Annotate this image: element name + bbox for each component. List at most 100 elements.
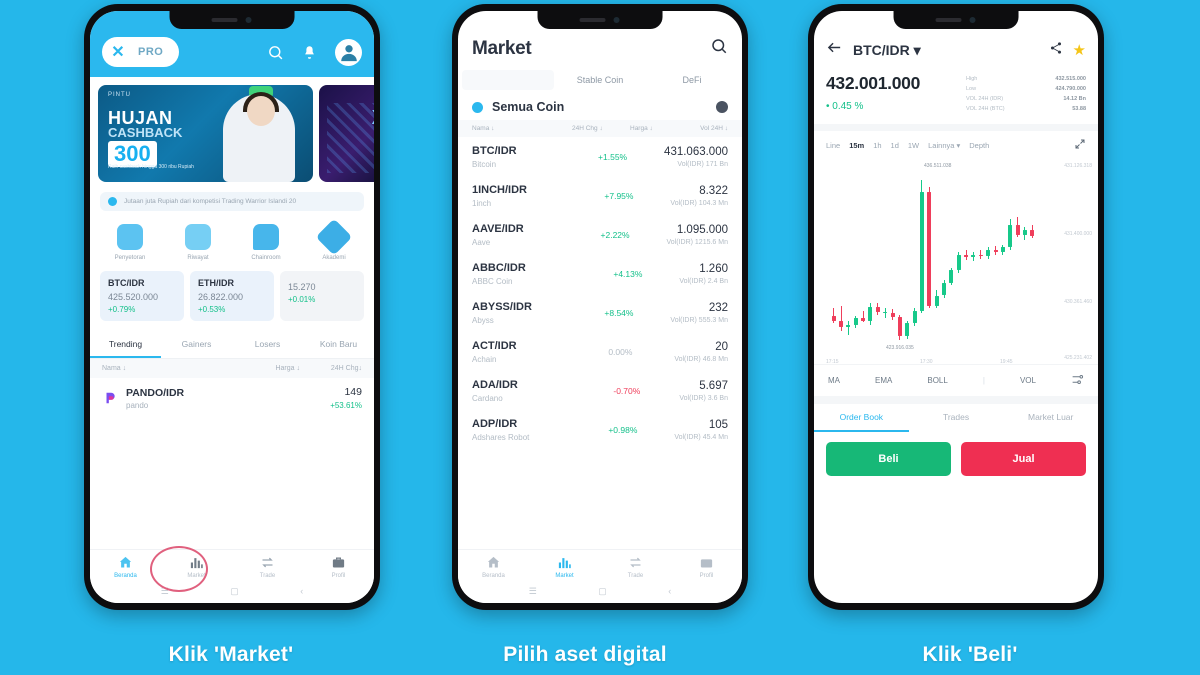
tab-favorit[interactable] bbox=[462, 70, 554, 90]
promo-banner-secondary[interactable]: X bbox=[319, 85, 374, 182]
buy-button[interactable]: Beli bbox=[826, 442, 951, 476]
candle bbox=[1000, 165, 1005, 350]
phone-3-detail: BTC/IDR ▾ ★ 432.001.000 0.45 % High 432.5… bbox=[808, 4, 1104, 610]
indicator-ema[interactable]: EMA bbox=[875, 376, 892, 385]
row-price: 431.063.000 bbox=[664, 146, 728, 158]
promo-carousel[interactable]: PINTU HUJAN CASHBACK 300 Raih cashback h… bbox=[90, 77, 374, 182]
search-icon[interactable] bbox=[710, 37, 728, 60]
y-axis-tick: 430.361.460 bbox=[1064, 299, 1092, 305]
candle bbox=[897, 165, 902, 350]
tab-order-book[interactable]: Order Book bbox=[814, 404, 909, 432]
promo-banner-primary[interactable]: PINTU HUJAN CASHBACK 300 Raih cashback h… bbox=[98, 85, 313, 182]
table-row[interactable]: ADA/IDR Cardano -0.70% 5.697 Vol(IDR) 3.6 … bbox=[458, 371, 742, 410]
indicator-ma[interactable]: MA bbox=[828, 376, 840, 385]
header-name[interactable]: Nama ↓ bbox=[102, 365, 238, 372]
table-row[interactable]: AAVE/IDR Aave +2.22% 1.095.000 Vol(IDR) 12… bbox=[458, 215, 742, 254]
bell-icon[interactable] bbox=[302, 45, 317, 60]
sliders-icon[interactable] bbox=[1071, 373, 1084, 388]
candle bbox=[883, 165, 888, 350]
ticker-card[interactable]: 15.270 +0.01% bbox=[280, 271, 364, 321]
list-item[interactable]: PANDO/IDR pando 149 +53.61% bbox=[90, 378, 374, 414]
group-header-semua-coin[interactable]: Semua Coin bbox=[458, 92, 742, 120]
nav-trade[interactable]: Trade bbox=[600, 555, 671, 579]
star-icon[interactable]: ★ bbox=[1073, 41, 1086, 59]
quick-action-chainroom[interactable]: Chainroom bbox=[232, 224, 300, 261]
pro-pill[interactable]: ✕ PRO bbox=[102, 37, 180, 67]
header-price[interactable]: Harga ↓ bbox=[630, 125, 678, 132]
candle bbox=[956, 165, 961, 350]
nav-label: Beranda bbox=[114, 573, 137, 579]
row-change: +0.98% bbox=[608, 425, 638, 435]
candle bbox=[861, 165, 866, 350]
nav-trade[interactable]: Trade bbox=[232, 555, 303, 579]
row-name: Cardano bbox=[472, 394, 503, 403]
quick-action-academy[interactable]: Akademi bbox=[300, 218, 368, 261]
bottom-spacer bbox=[814, 593, 1098, 603]
timeframe-1w[interactable]: 1W bbox=[908, 141, 919, 150]
price-chart[interactable]: 431.126.318 431.400.000 430.361.460 425.… bbox=[824, 159, 1094, 365]
arrow-left-icon[interactable] bbox=[826, 39, 843, 61]
nav-profil[interactable]: Profil bbox=[671, 555, 742, 579]
indicator-boll[interactable]: BOLL bbox=[927, 376, 947, 385]
notice-bar[interactable]: Jutaan juta Rupiah dari kompetisi Tradin… bbox=[100, 192, 364, 211]
back-icon[interactable]: ‹ bbox=[300, 586, 303, 597]
group-label: Semua Coin bbox=[492, 100, 565, 114]
tab-gainers[interactable]: Gainers bbox=[161, 333, 232, 358]
pro-label: PRO bbox=[138, 46, 164, 58]
menu-icon[interactable]: ☰ bbox=[529, 586, 537, 597]
search-icon[interactable] bbox=[267, 44, 284, 61]
nav-beranda[interactable]: Beranda bbox=[458, 555, 529, 579]
row-change: 0.00% bbox=[608, 347, 633, 357]
order-tabs: Order Book Trades Market Luar bbox=[814, 404, 1098, 432]
tab-trades[interactable]: Trades bbox=[909, 404, 1004, 432]
tab-losers[interactable]: Losers bbox=[232, 333, 303, 358]
model-head bbox=[247, 96, 275, 126]
table-row[interactable]: ADP/IDR Adshares Robot +0.98% 105 Vol(IDR)… bbox=[458, 410, 742, 449]
system-gesture-bar: ☰ ▢ ‹ bbox=[458, 582, 742, 603]
timeframe-1d[interactable]: 1d bbox=[891, 141, 899, 150]
table-row[interactable]: ABYSS/IDR Abyss +8.54% 232 Vol(IDR) 555.3 … bbox=[458, 293, 742, 332]
ticker-change: +0.79% bbox=[108, 305, 136, 314]
nav-profil[interactable]: Profil bbox=[303, 555, 374, 579]
pair-selector[interactable]: BTC/IDR ▾ bbox=[853, 42, 921, 59]
timeframe-1h[interactable]: 1h bbox=[873, 141, 881, 150]
table-row[interactable]: ABBC/IDR ABBC Coin +4.13% 1.260 Vol(IDR) 2… bbox=[458, 254, 742, 293]
table-row[interactable]: 1INCH/IDR 1inch +7.95% 8.322 Vol(IDR) 104.… bbox=[458, 176, 742, 215]
nav-label: Market bbox=[555, 573, 574, 579]
avatar[interactable] bbox=[335, 38, 362, 66]
coin-logo-icon bbox=[102, 390, 118, 406]
row-pair: ABYSS/IDR bbox=[472, 301, 532, 313]
header-change[interactable]: 24H Chg ↓ bbox=[572, 125, 630, 132]
table-row[interactable]: BTC/IDR Bitcoin +1.55% 431.063.000 Vol(IDR… bbox=[458, 137, 742, 176]
sell-button[interactable]: Jual bbox=[961, 442, 1086, 476]
gear-icon[interactable] bbox=[716, 101, 728, 113]
tab-koin-baru[interactable]: Koin Baru bbox=[303, 333, 374, 358]
ticker-card[interactable]: BTC/IDR 425.520.000 +0.79% bbox=[100, 271, 184, 321]
header-price[interactable]: Harga ↓ bbox=[238, 365, 300, 372]
tab-trending[interactable]: Trending bbox=[90, 333, 161, 358]
header-change[interactable]: 24H Chg↓ bbox=[300, 365, 362, 372]
tab-market-luar[interactable]: Market Luar bbox=[1003, 404, 1098, 432]
header-name[interactable]: Nama ↓ bbox=[472, 125, 572, 132]
nav-market[interactable]: Market bbox=[529, 555, 600, 579]
ticker-card[interactable]: ETH/IDR 26.822.000 +0.53% bbox=[190, 271, 274, 321]
home-square-icon[interactable]: ▢ bbox=[598, 586, 607, 597]
timeframe-depth[interactable]: Depth bbox=[969, 141, 989, 150]
header-volume[interactable]: Vol 24H ↓ bbox=[678, 125, 728, 132]
tab-defi[interactable]: DeFi bbox=[646, 70, 738, 90]
expand-icon[interactable] bbox=[1074, 138, 1086, 152]
indicator-separator: | bbox=[982, 376, 985, 385]
quick-action-deposit[interactable]: Penyetoran bbox=[96, 224, 164, 261]
tab-stable-coin[interactable]: Stable Coin bbox=[554, 70, 646, 90]
timeframe-line[interactable]: Line bbox=[826, 141, 840, 150]
timeframe-15m[interactable]: 15m bbox=[849, 141, 864, 150]
back-icon[interactable]: ‹ bbox=[668, 586, 671, 597]
indicator-vol[interactable]: VOL bbox=[1020, 376, 1036, 385]
home-square-icon[interactable]: ▢ bbox=[230, 586, 239, 597]
row-pair: ACT/IDR bbox=[472, 340, 517, 352]
table-row[interactable]: ACT/IDR Achain 0.00% 20 Vol(IDR) 46.8 Mn bbox=[458, 332, 742, 371]
timeframe-lainnya[interactable]: Lainnya ▾ bbox=[928, 141, 960, 150]
share-icon[interactable] bbox=[1049, 41, 1063, 60]
megaphone-icon bbox=[108, 197, 117, 206]
quick-action-history[interactable]: Riwayat bbox=[164, 224, 232, 261]
